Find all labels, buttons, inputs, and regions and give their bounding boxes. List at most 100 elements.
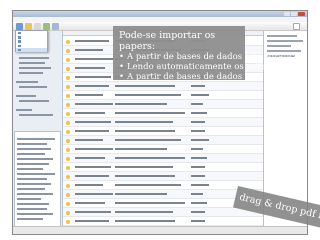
favorite-icon[interactable]	[66, 174, 70, 179]
favorite-icon[interactable]	[66, 84, 70, 89]
table-cell	[75, 148, 113, 150]
sync-icon[interactable]	[52, 23, 59, 30]
close-button[interactable]	[298, 12, 305, 16]
table-cell	[191, 139, 209, 141]
remove-folder-icon[interactable]	[34, 23, 41, 30]
table-row[interactable]	[63, 100, 263, 109]
sidebar-item[interactable]	[19, 72, 43, 74]
favorite-icon[interactable]	[66, 111, 70, 116]
table-cell	[75, 175, 109, 177]
table-row[interactable]	[63, 154, 263, 163]
table-cell	[75, 157, 105, 159]
filter-item[interactable]	[17, 203, 49, 205]
table-cell	[75, 220, 109, 222]
add-folder-icon[interactable]	[25, 23, 32, 30]
favorite-icon[interactable]	[66, 183, 70, 188]
filter-item[interactable]	[17, 178, 47, 180]
favorite-icon[interactable]	[66, 39, 70, 44]
table-row[interactable]	[63, 217, 263, 226]
filter-panel	[14, 131, 61, 228]
sidebar-item[interactable]	[19, 57, 49, 59]
sidebar-item[interactable]	[19, 67, 51, 69]
favorite-icon[interactable]	[66, 102, 70, 107]
filter-item[interactable]	[17, 168, 43, 170]
table-row[interactable]	[63, 82, 263, 91]
filter-item[interactable]	[17, 173, 55, 175]
favorite-icon[interactable]	[66, 48, 70, 53]
table-row[interactable]	[63, 190, 263, 199]
favorite-icon[interactable]	[66, 147, 70, 152]
filter-item[interactable]	[17, 188, 45, 190]
import-callout: Pode-se importar os papers: • A partir de…	[113, 26, 303, 82]
filter-item[interactable]	[17, 143, 47, 145]
sidebar-item[interactable]	[19, 100, 49, 102]
table-cell	[115, 220, 175, 222]
filter-item[interactable]	[17, 193, 53, 195]
table-cell	[75, 211, 111, 213]
table-row[interactable]	[63, 163, 263, 172]
filter-item[interactable]	[17, 163, 49, 165]
favorite-icon[interactable]	[66, 93, 70, 98]
filter-item[interactable]	[17, 218, 43, 220]
filter-item[interactable]	[17, 153, 45, 155]
favorite-icon[interactable]	[66, 192, 70, 197]
favorite-icon[interactable]	[66, 201, 70, 206]
sidebar-item[interactable]	[19, 114, 53, 116]
table-cell	[191, 85, 205, 87]
callout-item: • A partir de bases de dados bibliográfic…	[119, 52, 303, 62]
table-row[interactable]	[63, 127, 263, 136]
filter-item[interactable]	[17, 198, 41, 200]
table-row[interactable]	[63, 181, 263, 190]
filter-item[interactable]	[17, 138, 55, 140]
favorite-icon[interactable]	[66, 165, 70, 170]
menu-item-selected[interactable]	[16, 47, 47, 52]
table-cell	[191, 103, 203, 105]
table-row[interactable]	[63, 91, 263, 100]
favorite-icon[interactable]	[66, 120, 70, 125]
sidebar-item[interactable]	[16, 95, 36, 97]
table-row[interactable]	[63, 208, 263, 217]
favorite-icon[interactable]	[66, 219, 70, 224]
sidebar-item[interactable]	[16, 109, 32, 111]
filter-item[interactable]	[17, 158, 53, 160]
table-row[interactable]	[63, 145, 263, 154]
table-cell	[75, 85, 109, 87]
favorite-icon[interactable]	[66, 210, 70, 215]
table-row[interactable]	[63, 118, 263, 127]
table-row[interactable]	[63, 136, 263, 145]
table-cell	[75, 103, 113, 105]
favorite-icon[interactable]	[66, 57, 70, 62]
table-row[interactable]	[63, 172, 263, 181]
filter-item[interactable]	[17, 213, 53, 215]
share-icon[interactable]	[43, 23, 50, 30]
filter-item[interactable]	[17, 208, 47, 210]
table-cell	[115, 157, 185, 159]
bullet: •	[119, 72, 125, 82]
maximize-button[interactable]	[291, 12, 297, 16]
favorite-icon[interactable]	[66, 156, 70, 161]
favorite-icon[interactable]	[66, 75, 70, 80]
table-cell	[75, 184, 103, 186]
table-cell	[191, 220, 205, 222]
minimize-button[interactable]	[284, 12, 290, 16]
table-cell	[115, 193, 167, 195]
sidebar-item[interactable]	[19, 86, 47, 88]
table-cell	[191, 130, 205, 132]
add-documents-icon[interactable]	[16, 23, 23, 30]
sidebar-item[interactable]	[16, 81, 38, 83]
table-cell	[115, 184, 181, 186]
favorite-icon[interactable]	[66, 66, 70, 71]
search-icon[interactable]	[293, 23, 300, 30]
filter-item[interactable]	[17, 148, 51, 150]
favorite-icon[interactable]	[66, 129, 70, 134]
table-cell	[191, 193, 203, 195]
table-cell	[115, 112, 185, 114]
table-cell	[191, 148, 203, 150]
filter-item[interactable]	[17, 183, 51, 185]
sidebar-item[interactable]	[19, 62, 45, 64]
table-row[interactable]	[63, 109, 263, 118]
bullet: •	[119, 52, 125, 62]
callout-item: • A partir de bases de dados	[119, 72, 242, 82]
table-cell	[75, 202, 105, 204]
favorite-icon[interactable]	[66, 138, 70, 143]
